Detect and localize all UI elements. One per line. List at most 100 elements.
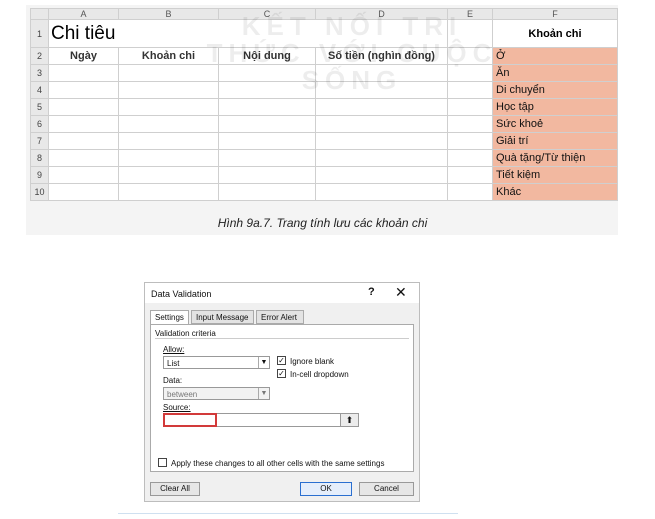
cell[interactable]: [48, 132, 119, 150]
col-header-c[interactable]: C: [218, 8, 316, 20]
data-select[interactable]: between ▼: [163, 387, 270, 400]
collapse-dialog-icon[interactable]: ⬆: [340, 414, 358, 426]
cell[interactable]: [218, 81, 316, 99]
close-icon[interactable]: ✕: [395, 284, 407, 301]
cell[interactable]: [447, 132, 493, 150]
cell[interactable]: [118, 183, 219, 201]
in-cell-dropdown-checkbox[interactable]: ✓: [277, 369, 286, 378]
cell[interactable]: [48, 166, 119, 184]
cell[interactable]: [218, 183, 316, 201]
cell[interactable]: [48, 81, 119, 99]
cell[interactable]: [218, 166, 316, 184]
cell[interactable]: [447, 64, 493, 82]
cell[interactable]: [315, 115, 448, 133]
cell[interactable]: [218, 149, 316, 167]
cell[interactable]: [315, 81, 448, 99]
cell[interactable]: [447, 98, 493, 116]
tab-input-message[interactable]: Input Message: [191, 310, 254, 324]
category-cell[interactable]: Học tập: [492, 98, 618, 116]
cell[interactable]: [315, 98, 448, 116]
help-icon[interactable]: ?: [368, 286, 375, 298]
cell[interactable]: [48, 98, 119, 116]
category-cell[interactable]: Quà tặng/Từ thiện: [492, 149, 618, 167]
cell[interactable]: [48, 115, 119, 133]
category-cell[interactable]: Di chuyển: [492, 81, 618, 99]
data-validation-dialog: Data Validation ? ✕ Settings Input Messa…: [144, 282, 420, 502]
clear-all-button[interactable]: Clear All: [150, 482, 200, 496]
tab-settings[interactable]: Settings: [150, 310, 189, 325]
sheet-title-cell[interactable]: Chi tiêu: [48, 19, 448, 48]
ok-button[interactable]: OK: [300, 482, 352, 496]
cell[interactable]: [315, 166, 448, 184]
category-cell[interactable]: Ở: [492, 47, 618, 65]
row-header-6[interactable]: 6: [30, 115, 49, 133]
cell[interactable]: [447, 183, 493, 201]
allow-label: Allow:: [163, 345, 185, 354]
section-divider: [155, 338, 409, 339]
tab-error-alert[interactable]: Error Alert: [256, 310, 304, 324]
cell[interactable]: [447, 81, 493, 99]
cell[interactable]: [315, 149, 448, 167]
col-header-b[interactable]: B: [118, 8, 219, 20]
cell[interactable]: [447, 19, 493, 48]
cell[interactable]: [218, 132, 316, 150]
cell[interactable]: [118, 166, 219, 184]
corner-cell[interactable]: [30, 8, 49, 20]
chevron-down-icon: ▼: [258, 357, 269, 368]
cell[interactable]: [48, 64, 119, 82]
cell[interactable]: [447, 47, 493, 65]
cell[interactable]: [118, 64, 219, 82]
cell[interactable]: [118, 132, 219, 150]
spreadsheet-figure: A B C D E F 1 Chi tiêu Khoản chi 2 Ngày …: [26, 5, 618, 235]
cell[interactable]: [118, 81, 219, 99]
cell[interactable]: [447, 166, 493, 184]
dialog-title: Data Validation: [151, 289, 212, 299]
header-content[interactable]: Nội dung: [218, 47, 316, 65]
header-date[interactable]: Ngày: [48, 47, 119, 65]
cell[interactable]: [118, 98, 219, 116]
row-header-3[interactable]: 3: [30, 64, 49, 82]
settings-panel: Validation criteria Allow: List ▼ ✓ Igno…: [150, 324, 414, 472]
category-cell[interactable]: Tiết kiệm: [492, 166, 618, 184]
cell[interactable]: [218, 115, 316, 133]
row-header-2[interactable]: 2: [30, 47, 49, 65]
col-header-f[interactable]: F: [492, 8, 618, 20]
apply-all-checkbox[interactable]: [158, 458, 167, 467]
category-header-cell[interactable]: Khoản chi: [492, 19, 618, 48]
row-header-7[interactable]: 7: [30, 132, 49, 150]
header-amount[interactable]: Số tiền (nghìn đồng): [315, 47, 448, 65]
dialog-titlebar: Data Validation ? ✕: [145, 283, 419, 303]
cell[interactable]: [315, 132, 448, 150]
allow-select[interactable]: List ▼: [163, 356, 270, 369]
col-header-e[interactable]: E: [447, 8, 493, 20]
cell[interactable]: [218, 98, 316, 116]
category-cell[interactable]: Khác: [492, 183, 618, 201]
col-header-a[interactable]: A: [48, 8, 119, 20]
col-header-d[interactable]: D: [315, 8, 448, 20]
header-expense[interactable]: Khoản chi: [118, 47, 219, 65]
ignore-blank-checkbox[interactable]: ✓: [277, 356, 286, 365]
cell[interactable]: [218, 64, 316, 82]
footer-divider: [118, 513, 458, 514]
cancel-button[interactable]: Cancel: [359, 482, 414, 496]
ignore-blank-label: Ignore blank: [290, 357, 335, 366]
category-cell[interactable]: Giải trí: [492, 132, 618, 150]
row-header-4[interactable]: 4: [30, 81, 49, 99]
row-header-5[interactable]: 5: [30, 98, 49, 116]
cell[interactable]: [48, 149, 119, 167]
cell[interactable]: [48, 183, 119, 201]
row-header-8[interactable]: 8: [30, 149, 49, 167]
cell[interactable]: [118, 149, 219, 167]
cell[interactable]: [118, 115, 219, 133]
cell[interactable]: [447, 115, 493, 133]
cell[interactable]: [447, 149, 493, 167]
cell[interactable]: [315, 64, 448, 82]
row-header-1[interactable]: 1: [30, 19, 49, 48]
cell[interactable]: [315, 183, 448, 201]
row-header-10[interactable]: 10: [30, 183, 49, 201]
row-header-9[interactable]: 9: [30, 166, 49, 184]
category-cell[interactable]: Ăn: [492, 64, 618, 82]
source-input[interactable]: [163, 413, 217, 427]
source-label: Source:: [163, 403, 191, 412]
category-cell[interactable]: Sức khoẻ: [492, 115, 618, 133]
